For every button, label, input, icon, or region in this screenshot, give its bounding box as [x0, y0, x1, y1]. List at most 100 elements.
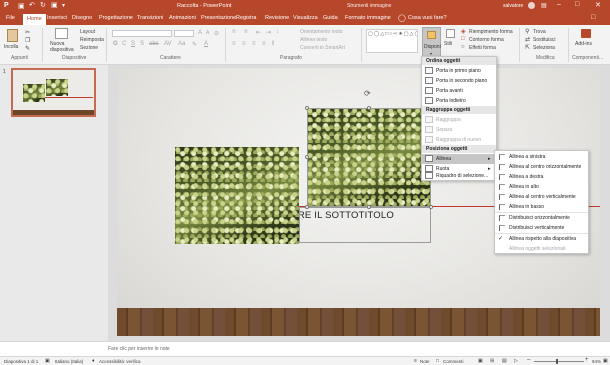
tell-me-box[interactable]: Cosa vuoi fare? [408, 15, 447, 21]
italic-icon[interactable]: C [122, 41, 126, 47]
shapes-gallery[interactable]: ▢◯△□○⇨★▢△◯□⇨○★▢△◯□ [366, 29, 418, 53]
resize-handle[interactable] [305, 106, 309, 110]
replace-button[interactable]: Sostituisci [533, 37, 556, 43]
tab-formato-immagine[interactable]: Formato immagine [345, 15, 391, 21]
maximize-icon[interactable]: □ [575, 1, 579, 8]
change-case-icon[interactable]: Aa [178, 41, 185, 47]
zoom-slider-thumb[interactable] [556, 359, 558, 364]
underline-icon[interactable]: S [131, 41, 135, 47]
tab-animazioni[interactable]: Animazioni [169, 15, 196, 21]
notes-button[interactable]: Note [420, 359, 430, 364]
language-indicator[interactable]: Italiano (Italia) [55, 359, 83, 364]
zoom-level[interactable]: 94% [592, 359, 601, 364]
tab-progettazione[interactable]: Progettazione [99, 15, 133, 21]
bullets-icon[interactable]: ≡ [232, 29, 236, 35]
slide-thumbnail[interactable] [11, 68, 96, 117]
submenu-item-align-middle[interactable]: Allinea al centro verticalmente [495, 192, 588, 202]
reading-view-icon[interactable]: ▤ [502, 358, 507, 364]
menu-item-ungroup[interactable]: Separa [422, 125, 496, 135]
slideshow-icon[interactable]: ▷ [514, 358, 518, 364]
zoom-out-icon[interactable]: – [527, 357, 530, 363]
menu-item-bring-front[interactable]: Porta in primo piano [422, 66, 496, 76]
text-direction-button[interactable]: Orientamento testo [300, 29, 343, 35]
reset-button[interactable]: Reimposta [80, 37, 104, 43]
align-right-icon[interactable]: ≡ [252, 41, 256, 47]
select-button[interactable]: Seleziona [533, 45, 555, 51]
resize-handle[interactable] [367, 205, 371, 209]
menu-item-regroup[interactable]: Raggruppa di nuovo [422, 135, 496, 145]
menu-item-send-backward[interactable]: Porta indietro [422, 96, 496, 106]
font-size-input[interactable] [174, 30, 194, 37]
submenu-item-align-center[interactable]: Allinea al centro orizzontalmente [495, 162, 588, 172]
submenu-item-align-right[interactable]: Allinea a destra [495, 172, 588, 182]
customize-toolbar-icon[interactable]: ▾ [62, 2, 65, 9]
comments-button[interactable]: Commenti [443, 359, 464, 364]
menu-item-group[interactable]: Raggruppa [422, 115, 496, 125]
convert-smartart-button[interactable]: Converti in SmartArt [300, 45, 345, 51]
tab-visualizza[interactable]: Visualizza [293, 15, 318, 21]
menu-item-selection-pane[interactable]: Riquadro di selezione... [422, 171, 496, 181]
section-button[interactable]: Sezione [80, 45, 98, 51]
submenu-item-align-to-slide[interactable]: ✓ Allinea rispetto alla diapositiva [495, 234, 588, 244]
notes-pane[interactable]: Fare clic per inserire le note [0, 341, 610, 356]
shape-fill-button[interactable]: Riempimento forma [469, 29, 513, 35]
tab-guida[interactable]: Guida [323, 15, 338, 21]
photo-left[interactable] [175, 147, 299, 244]
justify-icon[interactable]: ≡ [262, 41, 266, 47]
redo-icon[interactable]: ↻ [40, 1, 46, 9]
submenu-item-align-left[interactable]: Allinea a sinistra [495, 152, 588, 162]
decrease-indent-icon[interactable]: ⇤ [256, 29, 261, 36]
columns-icon[interactable]: ‖ [272, 41, 274, 47]
user-name[interactable]: salvatore [503, 3, 523, 9]
comments-icon[interactable]: □ [591, 14, 595, 21]
submenu-item-align-selected[interactable]: Allinea oggetti selezionati [495, 244, 588, 254]
menu-item-bring-forward[interactable]: Porta avanti [422, 86, 496, 96]
save-icon[interactable]: ▣ [18, 2, 25, 10]
layout-button[interactable]: Layout [80, 29, 95, 35]
shape-effects-button[interactable]: Effetti forma [469, 45, 496, 51]
accessibility-status[interactable]: Accessibilità: verifica [99, 359, 141, 364]
submenu-item-distribute-horizontal[interactable]: Distribuisci orizzontalmente [495, 213, 588, 223]
spellcheck-icon[interactable]: ▣ [45, 358, 50, 364]
increase-indent-icon[interactable]: ⇥ [266, 29, 271, 36]
quick-styles-button[interactable]: Stili [444, 41, 452, 47]
ribbon-display-icon[interactable]: ▤ [541, 2, 547, 9]
font-color-icon[interactable]: A [204, 41, 208, 47]
tab-revisione[interactable]: Revisione [265, 15, 289, 21]
char-spacing-icon[interactable]: AV [164, 41, 172, 47]
normal-view-icon[interactable]: ▣ [478, 358, 483, 364]
arrange-button[interactable]: Disponi ▾ [422, 27, 441, 57]
increase-font-icon[interactable]: A [198, 30, 202, 36]
submenu-item-distribute-vertical[interactable]: Distribuisci verticalmente [495, 223, 588, 233]
shape-outline-button[interactable]: Contorno forma [469, 37, 504, 43]
close-icon[interactable]: ✕ [595, 1, 601, 9]
undo-icon[interactable]: ↶ [29, 1, 35, 9]
decrease-font-icon[interactable]: A [206, 30, 209, 36]
line-spacing-icon[interactable]: ↕ [276, 29, 279, 35]
shadow-icon[interactable]: S [140, 41, 144, 47]
copy-icon[interactable]: ❐ [25, 37, 30, 44]
zoom-in-icon[interactable]: + [585, 357, 589, 363]
font-name-input[interactable] [112, 30, 172, 37]
submenu-item-align-top[interactable]: Allinea in alto [495, 182, 588, 192]
minimize-icon[interactable]: – [557, 1, 561, 8]
bold-icon[interactable]: G [113, 41, 118, 47]
resize-handle[interactable] [305, 205, 309, 209]
submenu-item-align-bottom[interactable]: Allinea in basso [495, 202, 588, 212]
tab-file[interactable]: File [6, 15, 15, 21]
fit-slide-icon[interactable]: ▣ [603, 358, 608, 364]
cut-icon[interactable]: ✂ [25, 29, 30, 36]
menu-item-send-back[interactable]: Porta in secondo piano [422, 76, 496, 86]
paste-button[interactable]: Incolla [4, 44, 18, 50]
addins-button[interactable]: Add-ins [575, 41, 592, 47]
tab-transizioni[interactable]: Transizioni [137, 15, 163, 21]
slide-sorter-icon[interactable]: ⊞ [490, 358, 494, 364]
tab-registra[interactable]: Registra [236, 15, 256, 21]
tab-disegno[interactable]: Disegno [72, 15, 92, 21]
resize-handle[interactable] [429, 205, 433, 209]
resize-handle[interactable] [305, 155, 309, 159]
zoom-slider[interactable] [534, 361, 584, 362]
highlight-icon[interactable]: ✎ [192, 41, 197, 48]
strikethrough-icon[interactable]: abc [149, 41, 159, 47]
format-painter-icon[interactable]: ✎ [25, 45, 30, 52]
